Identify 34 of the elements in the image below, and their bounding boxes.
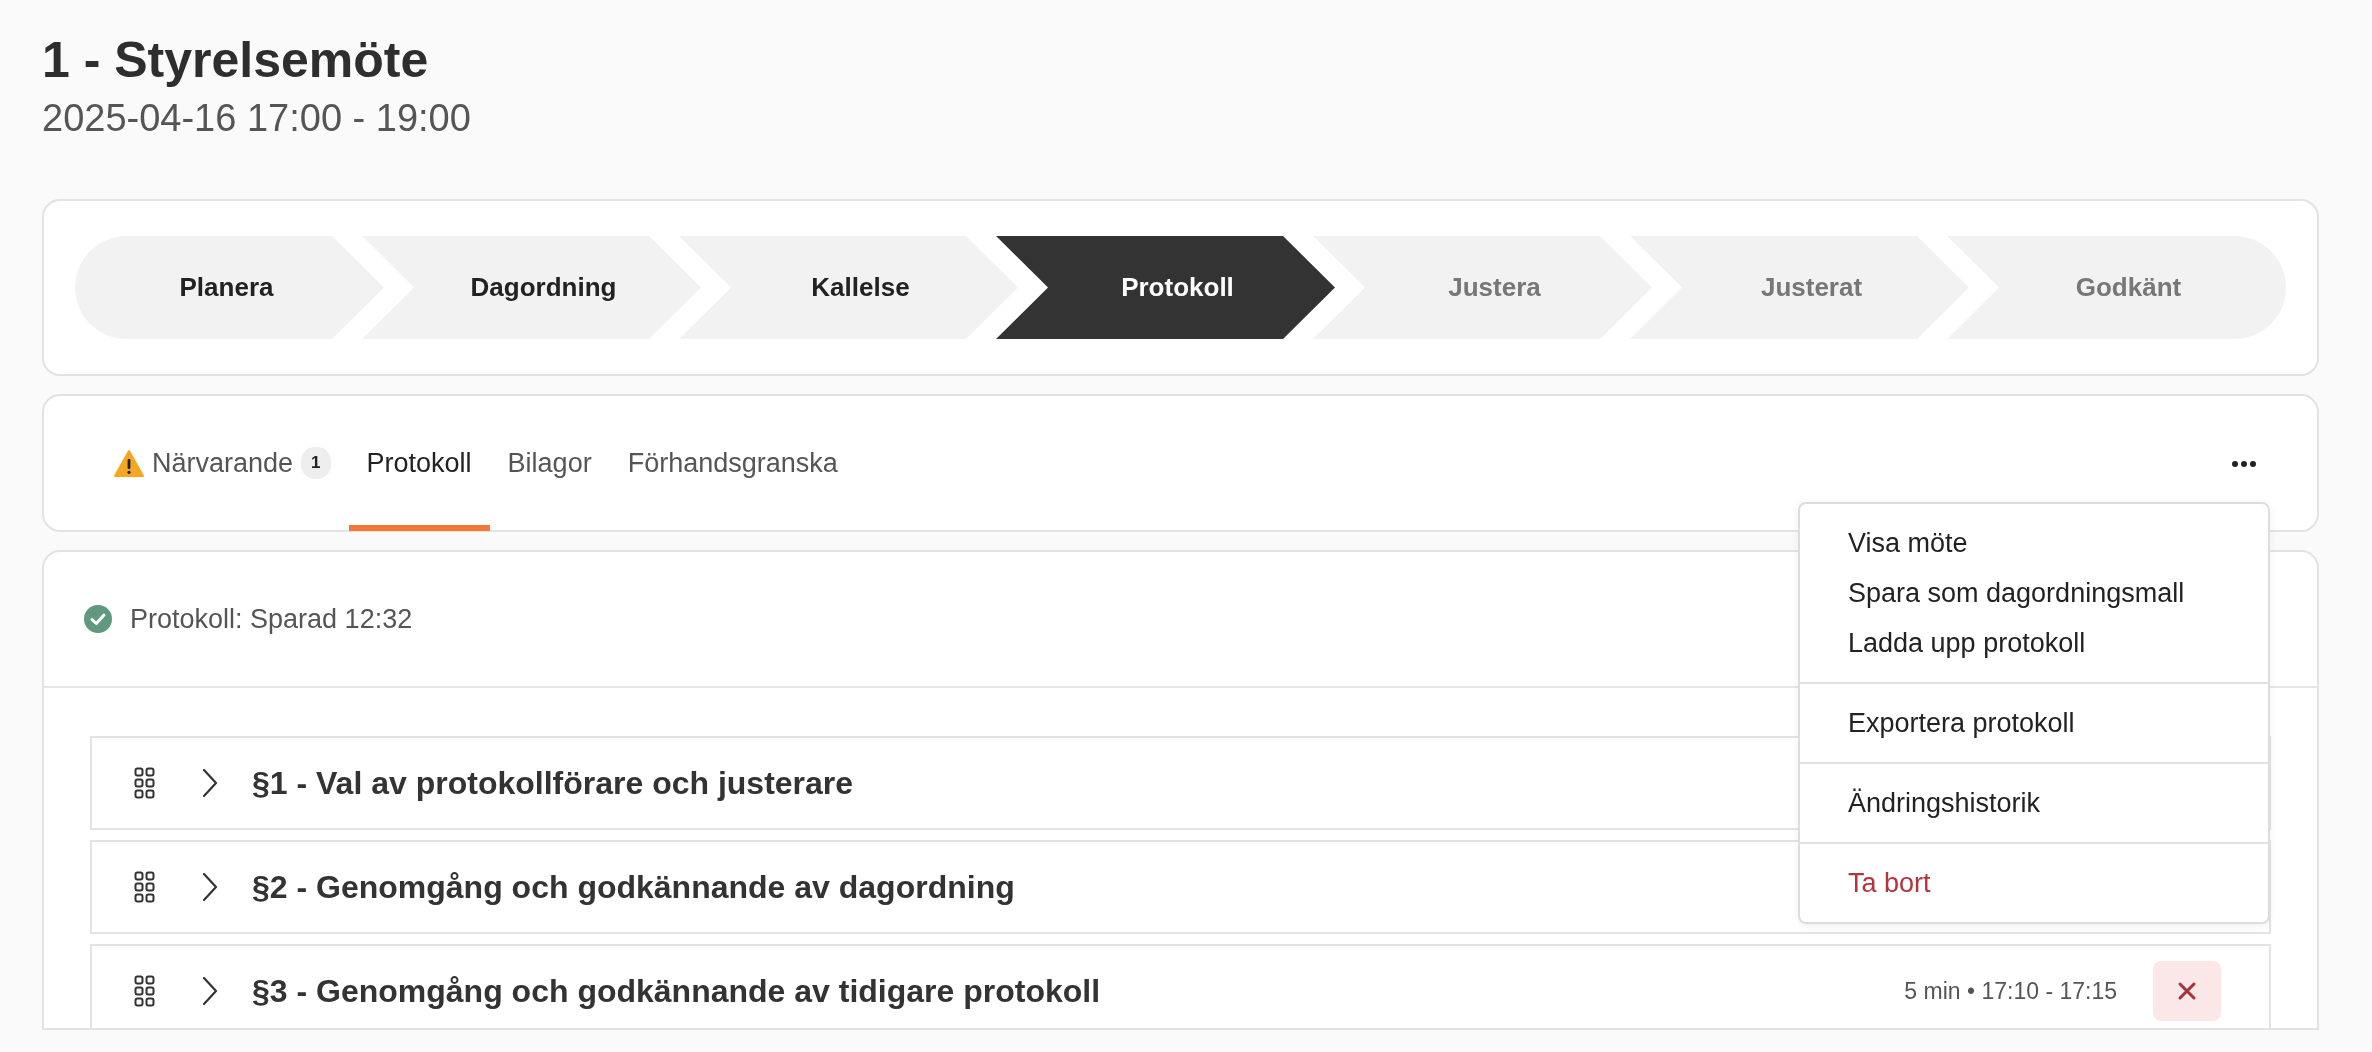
drag-handle-icon (134, 974, 156, 1008)
process-step[interactable]: Protokoll (996, 236, 1335, 339)
count-badge: 1 (301, 447, 331, 479)
tab[interactable]: Bilagor (489, 395, 610, 531)
agenda-item-title: §2 - Genomgång och godkännande av dagordning (252, 868, 1015, 907)
agenda-item-title: §1 - Val av protokollförare och justerare (252, 764, 854, 803)
item-duration: 5 min • 17:10 - 17:15 (1904, 976, 2117, 1006)
tab[interactable]: Förhandsgranska (609, 395, 856, 531)
menu-item[interactable]: Ändringshistorik (1800, 778, 2268, 828)
ellipsis-icon (2231, 459, 2257, 468)
process-step[interactable]: Kallelse (679, 236, 1018, 339)
tab[interactable]: Protokoll (348, 395, 490, 531)
menu-item[interactable]: Spara som dagordningsmall (1800, 568, 2268, 618)
save-status: Protokoll: Sparad 12:32 (130, 602, 413, 636)
meeting-datetime: 2025-04-16 17:00 - 19:00 (42, 96, 472, 141)
close-icon (2177, 981, 2197, 1001)
menu-item[interactable]: Visa möte (1800, 518, 2268, 568)
process-step[interactable]: Dagordning (362, 236, 701, 339)
drag-handle-icon (134, 766, 156, 800)
drag-handle-icon (134, 870, 156, 904)
menu-item[interactable]: Ladda upp protokoll (1800, 618, 2268, 668)
menu-item[interactable]: Ta bort (1800, 858, 2268, 908)
chevron-icon (202, 768, 218, 798)
process-step[interactable]: Godkänt (1947, 236, 2286, 339)
process-step[interactable]: Justera (1313, 236, 1652, 339)
process-step[interactable]: Planera (75, 236, 384, 339)
process-step[interactable]: Justerat (1630, 236, 1969, 339)
agenda-item-title: §3 - Genomgång och godkännande av tidigare protokoll (252, 972, 1101, 1011)
delete-button[interactable] (2153, 961, 2221, 1021)
tab[interactable]: Närvarande 1 (96, 395, 349, 531)
chevron-icon (202, 976, 218, 1006)
page-title: 1 - Styrelsemöte (42, 31, 430, 90)
agenda-item[interactable]: §3 - Genomgång och godkännande av tidigare protokoll 5 min • 17:10 - 17:15 (90, 944, 2271, 1028)
chevron-icon (202, 872, 218, 902)
